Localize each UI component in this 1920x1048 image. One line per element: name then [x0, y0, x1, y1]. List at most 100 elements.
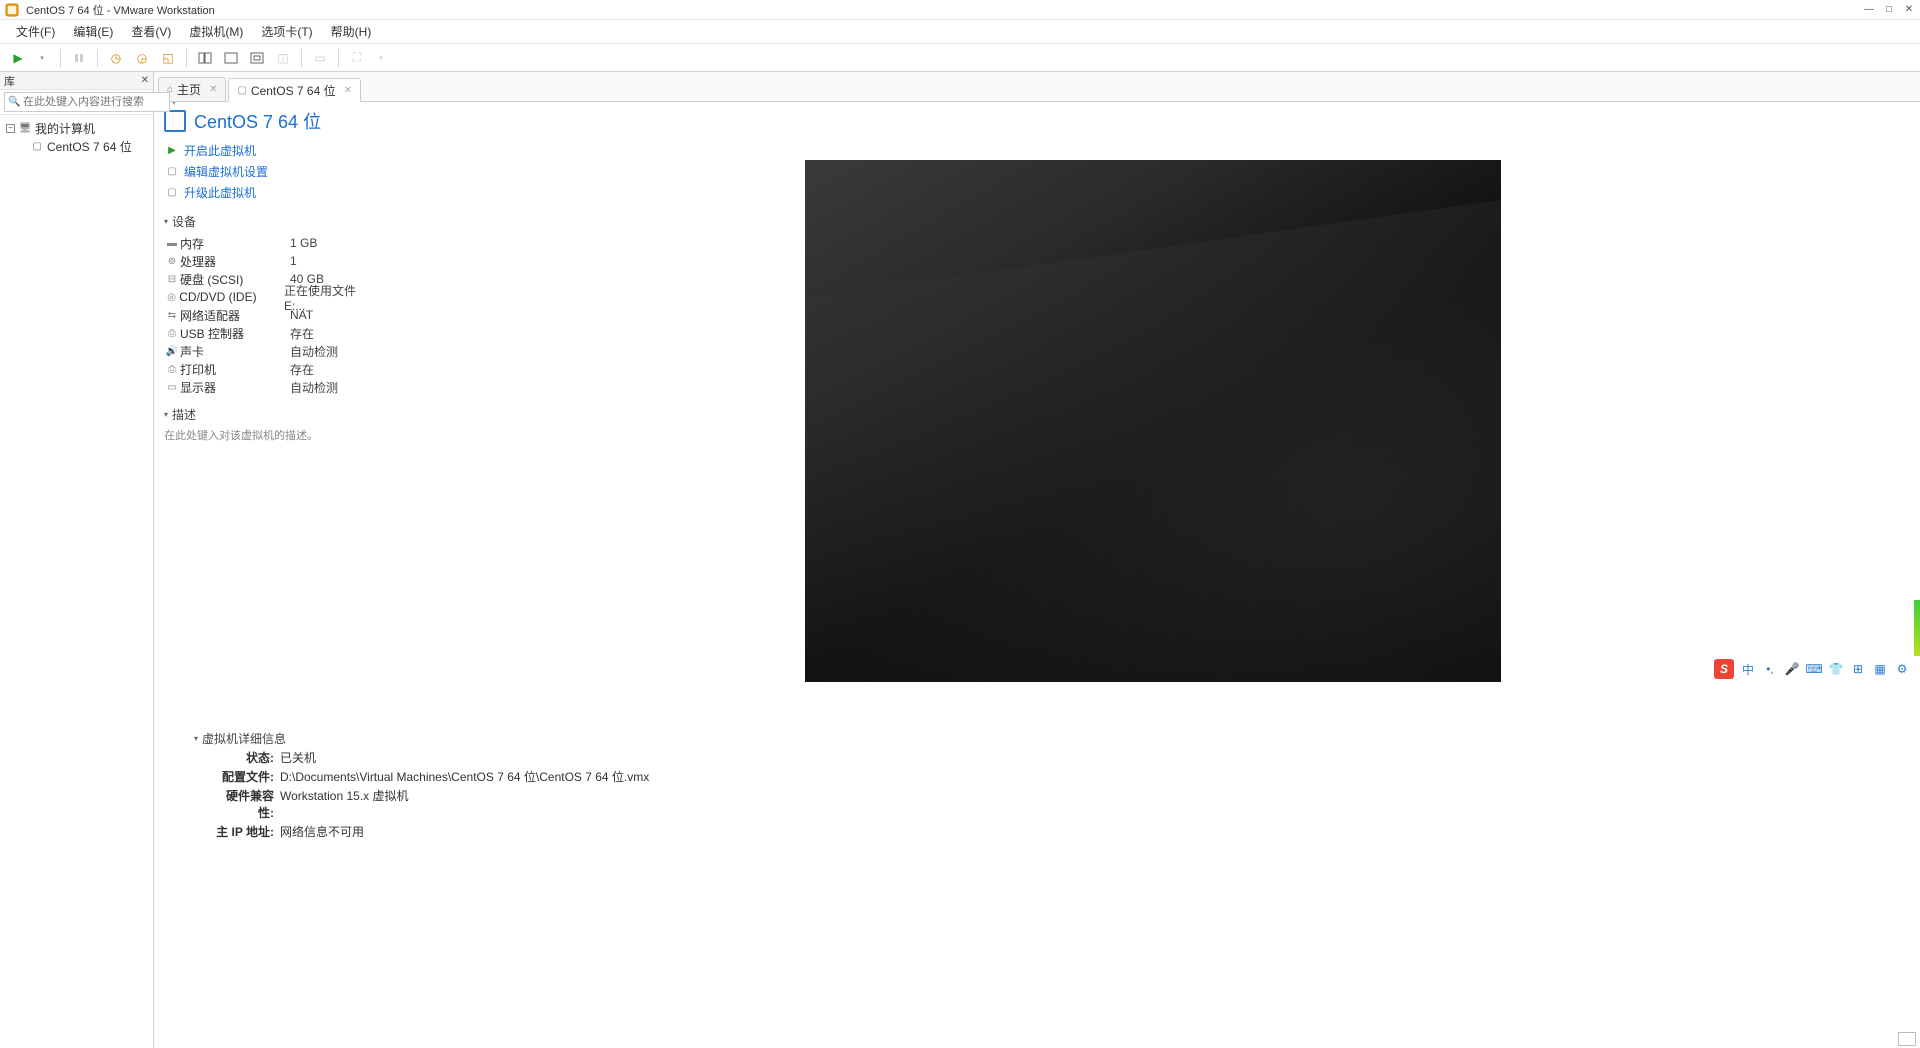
action-power-on[interactable]: ▶ 开启此虚拟机 — [166, 140, 376, 161]
desc-section-head[interactable]: ▾ 描述 — [164, 406, 376, 423]
device-name: 硬盘 (SCSI) — [180, 271, 290, 288]
ime-logo-icon[interactable]: S — [1714, 659, 1734, 679]
ime-lang-button[interactable]: 中 — [1740, 661, 1756, 677]
vm-title: CentOS 7 64 位 — [194, 108, 321, 134]
ime-skin-button[interactable]: 👕 — [1828, 661, 1844, 677]
thumbnail-button[interactable]: ▭ — [308, 47, 332, 69]
tab-vm-close[interactable]: ✕ — [344, 85, 352, 96]
close-button[interactable]: ✕ — [1902, 3, 1916, 17]
device-row[interactable]: ▬内存1 GB — [164, 234, 376, 252]
view-console-button[interactable] — [219, 47, 243, 69]
library-header: 库 ✕ — [0, 72, 153, 90]
app-icon — [4, 2, 20, 18]
device-row[interactable]: ⎙USB 控制器存在 — [164, 324, 376, 342]
tab-strip: ⌂ 主页 ✕ ▢ CentOS 7 64 位 ✕ — [154, 72, 1920, 102]
collapse-arrow-icon[interactable]: ▾ — [164, 410, 168, 419]
device-row[interactable]: ⎙打印机存在 — [164, 360, 376, 378]
device-value: 1 — [290, 254, 297, 268]
tree-collapse-icon[interactable]: − — [6, 124, 15, 133]
cpu-icon: ⊚ — [164, 256, 180, 267]
snapshot-button[interactable]: ◷ — [104, 47, 128, 69]
device-value: 自动检测 — [290, 343, 338, 360]
title-bar: CentOS 7 64 位 - VMware Workstation — □ ✕ — [0, 0, 1920, 20]
detail-config-label: 配置文件: — [214, 768, 274, 785]
ime-keyboard-button[interactable]: ⌨ — [1806, 661, 1822, 677]
tree-vm-label: CentOS 7 64 位 — [47, 138, 132, 155]
content-area: ⌂ 主页 ✕ ▢ CentOS 7 64 位 ✕ CentOS 7 64 位 — [154, 72, 1920, 1048]
device-row[interactable]: ◎CD/DVD (IDE)正在使用文件 E:... — [164, 288, 376, 306]
device-row[interactable]: ⊚处理器1 — [164, 252, 376, 270]
collapse-arrow-icon[interactable]: ▾ — [194, 734, 198, 743]
device-name: CD/DVD (IDE) — [179, 290, 284, 304]
unity-button[interactable]: ◫ — [271, 47, 295, 69]
vm-details-head[interactable]: ▾ 虚拟机详细信息 — [194, 730, 1880, 747]
vm-page: CentOS 7 64 位 ▶ 开启此虚拟机 ▢ 编辑虚拟机设置 — [154, 102, 1920, 1048]
vm-preview-panel — [386, 102, 1920, 690]
vm-screen-preview[interactable] — [805, 160, 1501, 682]
status-corner-icon — [1898, 1032, 1916, 1046]
stretch-dropdown[interactable]: ▾ — [369, 47, 393, 69]
device-name: USB 控制器 — [180, 325, 290, 342]
menu-tabs[interactable]: 选项卡(T) — [253, 21, 320, 42]
tab-home-close[interactable]: ✕ — [209, 84, 217, 95]
power-on-button[interactable]: ▶ — [6, 47, 30, 69]
snapshot-manager-button[interactable]: ◱ — [156, 47, 180, 69]
device-name: 声卡 — [180, 343, 290, 360]
suspend-button[interactable] — [67, 47, 91, 69]
snapshot-revert-button[interactable]: ◶ — [130, 47, 154, 69]
detail-ip: 主 IP 地址: 网络信息不可用 — [194, 823, 1880, 840]
action-upgrade[interactable]: ▢ 升级此虚拟机 — [166, 182, 376, 203]
menu-vm[interactable]: 虚拟机(M) — [181, 21, 251, 42]
device-name: 内存 — [180, 235, 290, 252]
maximize-button[interactable]: □ — [1882, 3, 1896, 17]
menu-bar: 文件(F) 编辑(E) 查看(V) 虚拟机(M) 选项卡(T) 帮助(H) — [0, 20, 1920, 44]
detail-ip-value: 网络信息不可用 — [280, 823, 364, 840]
power-dropdown[interactable]: ▾ — [30, 47, 54, 69]
tree-root-label: 我的计算机 — [35, 120, 95, 137]
detail-compat-value: Workstation 15.x 虚拟机 — [280, 787, 409, 821]
devices-section-head[interactable]: ▾ 设备 — [164, 213, 376, 230]
ime-menu-button[interactable]: ▦ — [1872, 661, 1888, 677]
menu-edit[interactable]: 编辑(E) — [65, 21, 121, 42]
ime-punct-button[interactable]: •, — [1762, 661, 1778, 677]
view-fullscreen-button[interactable] — [245, 47, 269, 69]
library-panel: 库 ✕ 🔍 ▾ − 🖥 我的计算机 ▢ CentOS 7 64 位 — [0, 72, 154, 1048]
ime-toolbar[interactable]: S 中 •, 🎤 ⌨ 👕 ⊞ ▦ ⚙ — [1710, 470, 1914, 868]
desc-placeholder[interactable]: 在此处键入对该虚拟机的描述。 — [164, 427, 376, 443]
view-single-button[interactable] — [193, 47, 217, 69]
vm-icon: ▢ — [30, 141, 44, 152]
device-row[interactable]: 🔊声卡自动检测 — [164, 342, 376, 360]
usb-icon: ⎙ — [164, 328, 180, 339]
device-value: 自动检测 — [290, 379, 338, 396]
detail-config-value: D:\Documents\Virtual Machines\CentOS 7 6… — [280, 768, 649, 785]
device-row[interactable]: ▭显示器自动检测 — [164, 378, 376, 396]
disk-icon: ⊟ — [164, 274, 180, 285]
detail-compat-label: 硬件兼容性: — [214, 787, 274, 821]
action-power-on-label: 开启此虚拟机 — [184, 142, 256, 159]
ime-tool-button[interactable]: ⊞ — [1850, 661, 1866, 677]
library-close-button[interactable]: ✕ — [141, 75, 149, 86]
detail-state-value: 已关机 — [280, 749, 316, 766]
display-icon: ▭ — [164, 382, 180, 393]
menu-help[interactable]: 帮助(H) — [323, 21, 380, 42]
printer-icon: ⎙ — [164, 364, 180, 375]
devices-head-label: 设备 — [172, 213, 196, 230]
tree-root-row[interactable]: − 🖥 我的计算机 — [2, 119, 151, 137]
ime-settings-button[interactable]: ⚙ — [1894, 661, 1910, 677]
tree-vm-row[interactable]: ▢ CentOS 7 64 位 — [2, 137, 151, 155]
minimize-button[interactable]: — — [1862, 3, 1876, 17]
collapse-arrow-icon[interactable]: ▾ — [164, 217, 168, 226]
library-search-input[interactable] — [4, 92, 170, 112]
menu-file[interactable]: 文件(F) — [8, 21, 63, 42]
device-name: 网络适配器 — [180, 307, 290, 324]
device-value: 存在 — [290, 361, 314, 378]
stretch-button[interactable]: ⛶ — [345, 47, 369, 69]
vm-tab-icon: ▢ — [237, 85, 246, 96]
detail-config: 配置文件: D:\Documents\Virtual Machines\Cent… — [194, 768, 1880, 785]
device-value: 存在 — [290, 325, 314, 342]
action-edit-settings[interactable]: ▢ 编辑虚拟机设置 — [166, 161, 376, 182]
main-area: 库 ✕ 🔍 ▾ − 🖥 我的计算机 ▢ CentOS 7 64 位 — [0, 72, 1920, 1048]
ime-voice-button[interactable]: 🎤 — [1784, 661, 1800, 677]
tab-vm[interactable]: ▢ CentOS 7 64 位 ✕ — [228, 78, 361, 102]
menu-view[interactable]: 查看(V) — [123, 21, 179, 42]
